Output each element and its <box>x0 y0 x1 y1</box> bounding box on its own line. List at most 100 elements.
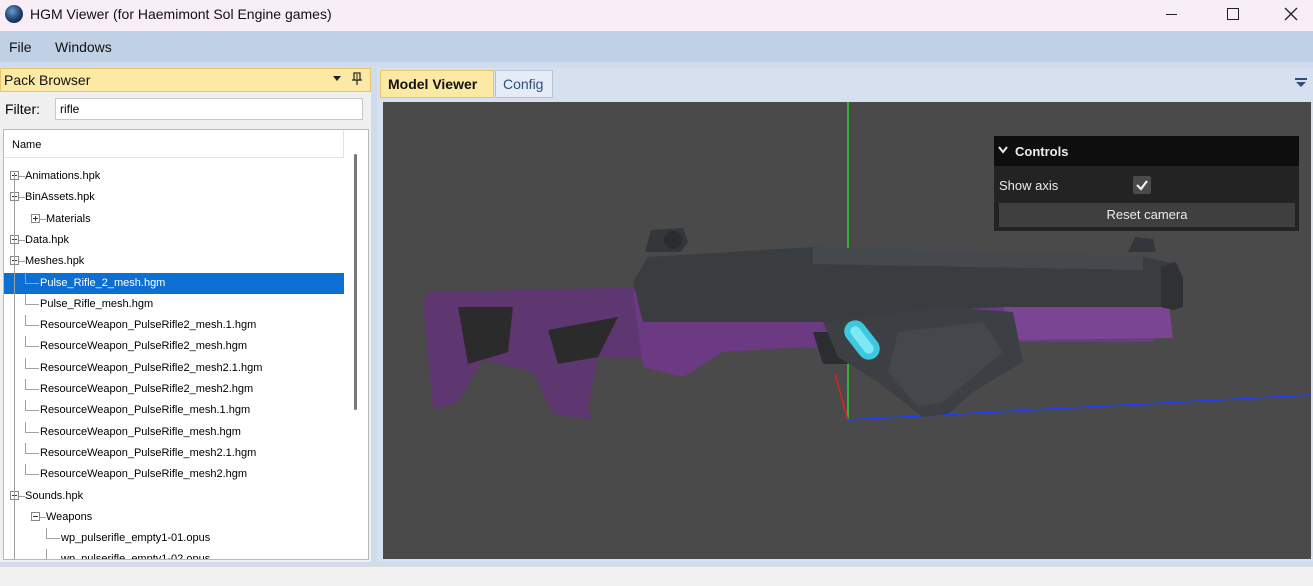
tree-leaf[interactable]: wp_pulserifle_empty1-02.opus <box>4 549 344 560</box>
tree-connector <box>25 325 39 327</box>
front-sight <box>1128 237 1156 252</box>
tree-connector <box>46 549 47 559</box>
tree-node-meshes[interactable]: Meshes.hpk <box>4 251 344 272</box>
tree-item-label: ResourceWeapon_PulseRifle2_mesh.hgm <box>40 340 248 353</box>
tree-connector <box>25 315 26 327</box>
show-axis-label: Show axis <box>999 178 1059 193</box>
tree-leaf[interactable]: wp_pulserifle_empty1-01.opus <box>4 528 344 549</box>
tree-connector <box>46 528 47 540</box>
tree-connector <box>25 474 39 476</box>
tree-item-label: Animations.hpk <box>25 170 101 182</box>
checkmark-icon <box>1136 180 1148 191</box>
tree-item-label: Pulse_Rifle_2_mesh.hgm <box>40 276 166 289</box>
tree-connector <box>25 346 39 348</box>
tree-node-materials[interactable]: Materials <box>4 209 344 230</box>
tree-item-label: ResourceWeapon_PulseRifle_mesh.hgm <box>40 425 241 438</box>
tree-connector <box>25 464 26 476</box>
scrollbar-thumb[interactable] <box>354 154 357 410</box>
maximize-button[interactable] <box>1210 0 1256 28</box>
model-viewport[interactable]: Controls Show axis Reset camera <box>383 102 1311 559</box>
tree-connector <box>25 272 26 284</box>
tree-item-label: Weapons <box>46 510 93 523</box>
minimize-icon <box>1165 13 1177 15</box>
tree-leaf[interactable]: ResourceWeapon_PulseRifle2_mesh.1.hgm <box>4 315 344 336</box>
show-axis-checkbox[interactable] <box>1133 176 1151 194</box>
tree-connector <box>25 421 26 433</box>
tree-connector <box>25 367 39 369</box>
tree-column-header[interactable]: Name <box>4 130 344 158</box>
app-icon <box>5 5 23 23</box>
controls-title: Controls <box>1015 144 1069 159</box>
pack-browser-panel: Pack Browser Filter: Name Animations.hpk… <box>0 68 371 562</box>
tree-node-sounds[interactable]: Sounds.hpk <box>4 486 344 507</box>
tab-model-viewer[interactable]: Model Viewer <box>380 70 494 98</box>
menu-file[interactable]: File <box>9 39 32 55</box>
tree-node-weapons[interactable]: Weapons <box>4 507 344 528</box>
collapse-icon[interactable] <box>31 511 40 521</box>
title-bar: HGM Viewer (for Haemimont Sol Engine gam… <box>0 0 1313 31</box>
tree-connector <box>25 442 26 454</box>
tab-config[interactable]: Config <box>495 70 553 98</box>
controls-overlay: Controls Show axis Reset camera <box>994 136 1299 231</box>
tree-leaf[interactable]: ResourceWeapon_PulseRifle_mesh.hgm <box>4 421 344 443</box>
tree-node-binassets[interactable]: BinAssets.hpk <box>4 187 344 208</box>
pack-browser-header: Pack Browser <box>0 68 371 92</box>
close-button[interactable] <box>1268 0 1313 28</box>
tree-item-label: Data.hpk <box>25 233 70 246</box>
tree-item-label: ResourceWeapon_PulseRifle_mesh.1.hgm <box>40 404 251 417</box>
pack-tree[interactable]: Name Animations.hpk BinAssets.hpk Material… <box>3 129 369 560</box>
tree-item-label: ResourceWeapon_PulseRifle2_mesh.1.hgm <box>40 319 257 332</box>
tree-connector <box>25 336 26 348</box>
tree-item-label: wp_pulserifle_empty1-02.opus <box>61 553 211 560</box>
window-title: HGM Viewer (for Haemimont Sol Engine gam… <box>30 6 332 22</box>
tree-item-label: wp_pulserifle_empty1-01.opus <box>61 532 211 545</box>
pack-browser-title: Pack Browser <box>4 72 91 88</box>
tree-item-label: Sounds.hpk <box>25 489 84 502</box>
menu-bar: File Windows <box>0 31 1313 62</box>
tree-leaf[interactable]: ResourceWeapon_PulseRifle_mesh2.hgm <box>4 464 344 485</box>
tree-scrollbar[interactable] <box>346 130 367 559</box>
tree-connector <box>25 400 26 412</box>
minimize-button[interactable] <box>1148 0 1194 28</box>
maximize-icon <box>1227 8 1239 20</box>
expand-icon[interactable] <box>31 213 40 223</box>
tree-leaf[interactable]: ResourceWeapon_PulseRifle2_mesh2.1.hgm <box>4 357 344 379</box>
z-axis-line <box>834 373 849 421</box>
tree-connector <box>25 357 26 369</box>
tree-item-label: ResourceWeapon_PulseRifle_mesh2.hgm <box>40 468 248 481</box>
menu-windows[interactable]: Windows <box>55 39 112 55</box>
controls-header[interactable]: Controls <box>994 136 1299 166</box>
tree-connector <box>46 559 60 560</box>
tree-connector <box>25 379 26 390</box>
tree-item-label: ResourceWeapon_PulseRifle_mesh2.1.hgm <box>40 446 257 459</box>
tree-item-label: BinAssets.hpk <box>25 191 95 204</box>
tree-item-label: ResourceWeapon_PulseRifle2_mesh2.1.hgm <box>40 361 263 374</box>
pin-icon[interactable] <box>352 72 362 86</box>
status-bar <box>0 566 1313 586</box>
tree-leaf[interactable]: ResourceWeapon_PulseRifle_mesh.1.hgm <box>4 400 344 421</box>
tree-node-animations[interactable]: Animations.hpk <box>4 166 344 187</box>
filter-label: Filter: <box>5 101 40 117</box>
tree-item-label: Materials <box>46 212 91 225</box>
tree-item-label: ResourceWeapon_PulseRifle2_mesh2.hgm <box>40 383 254 395</box>
tree-item-label: Pulse_Rifle_mesh.hgm <box>40 297 154 310</box>
rear-sight-knob <box>664 231 682 249</box>
tree-root-guide <box>14 174 15 559</box>
tree-node-data[interactable]: Data.hpk <box>4 230 344 251</box>
tree-connector <box>25 282 39 284</box>
tree-leaf[interactable]: ResourceWeapon_PulseRifle2_mesh.hgm <box>4 336 344 357</box>
tree-leaf[interactable]: ResourceWeapon_PulseRifle_mesh2.1.hgm <box>4 442 344 464</box>
close-icon <box>1284 7 1298 21</box>
tree-connector <box>25 303 39 305</box>
chevron-down-icon <box>998 146 1008 154</box>
panel-menu-icon[interactable] <box>333 76 341 81</box>
tree-leaf[interactable]: Pulse_Rifle_mesh.hgm <box>4 293 344 315</box>
reset-camera-button[interactable]: Reset camera <box>999 203 1295 227</box>
filter-input[interactable] <box>55 98 363 120</box>
tree-connector <box>25 431 39 433</box>
column-name-label: Name <box>12 139 42 151</box>
tree-leaf[interactable]: Pulse_Rifle_2_mesh.hgm <box>4 272 344 294</box>
tab-list-menu-icon[interactable] <box>1295 78 1307 88</box>
tree-leaf[interactable]: ResourceWeapon_PulseRifle2_mesh2.hgm <box>4 379 344 400</box>
rifle-stock <box>423 287 658 420</box>
